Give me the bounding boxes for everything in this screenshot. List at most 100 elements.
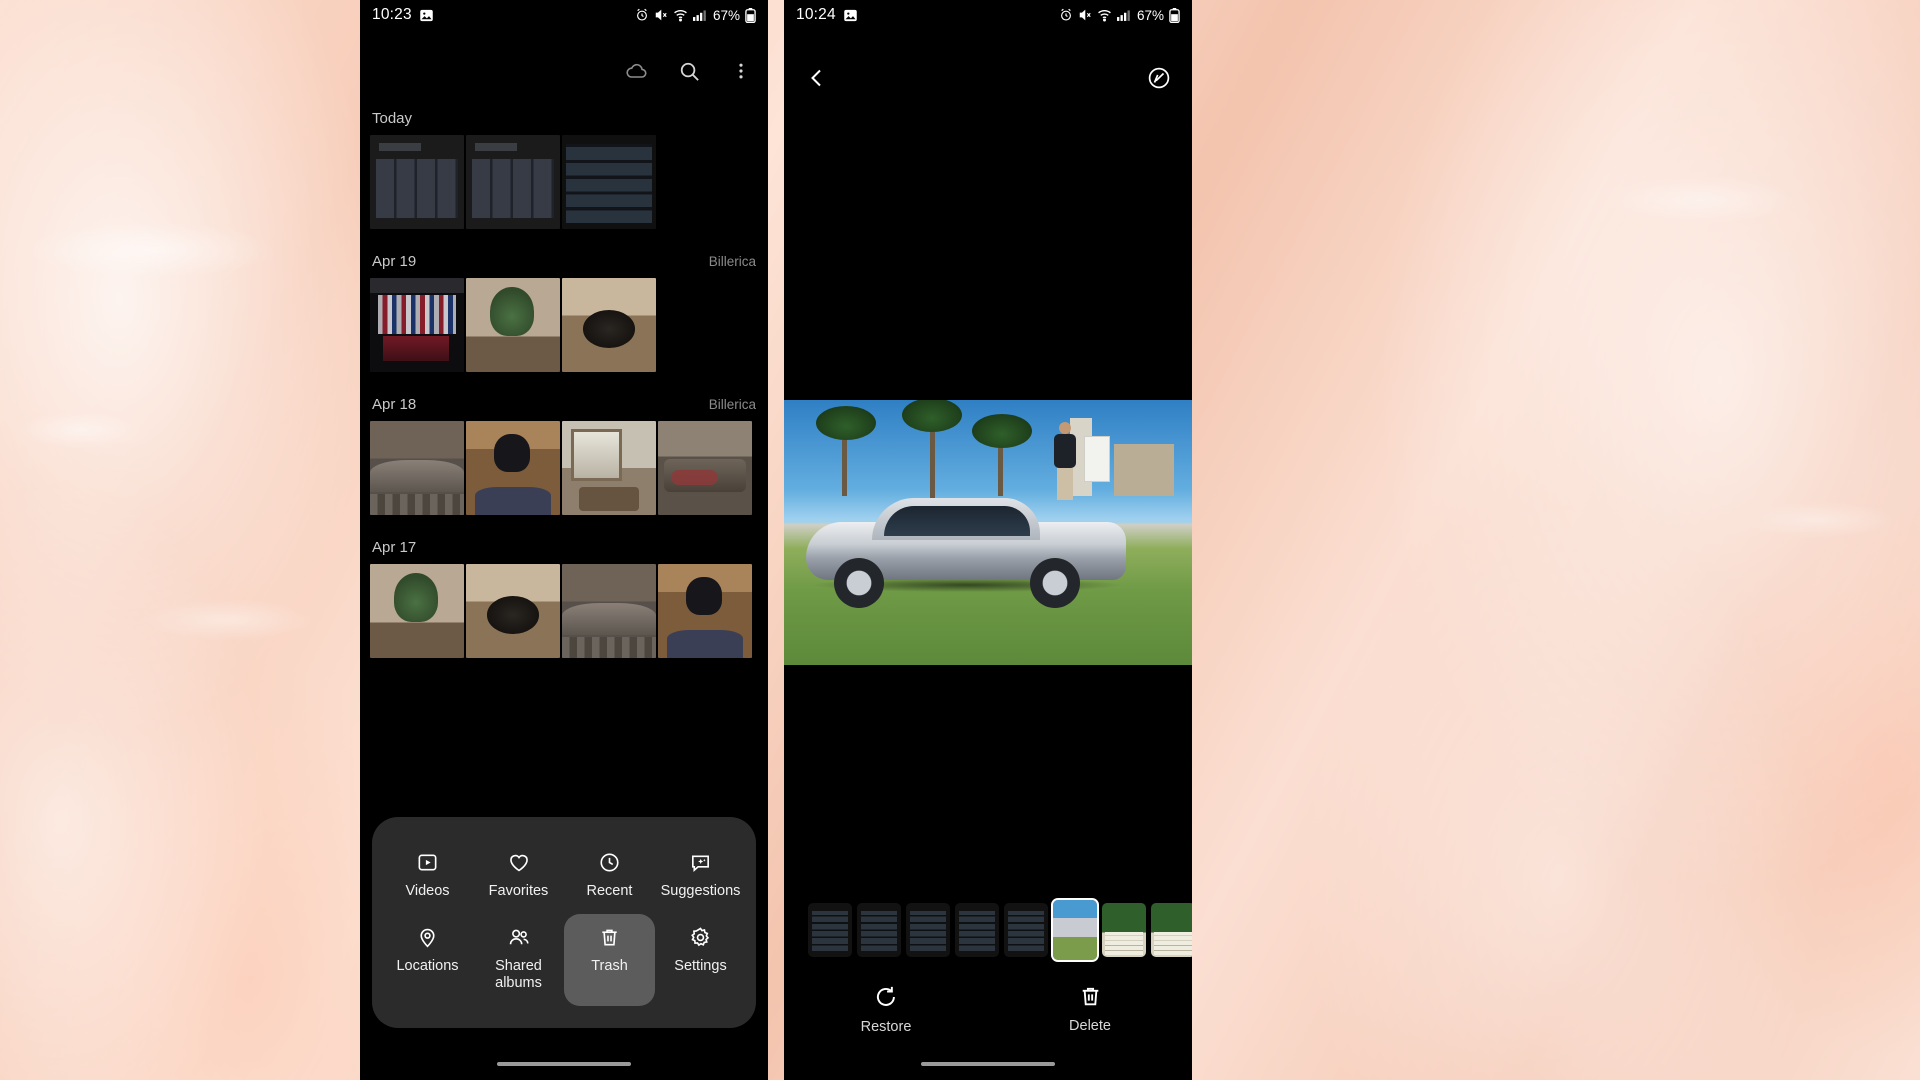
battery-percent: 67% bbox=[1136, 7, 1164, 23]
filmstrip-thumbnail[interactable] bbox=[906, 903, 950, 957]
menu-row-2: Locations Shared albums Trash Settings bbox=[382, 913, 746, 1006]
person-head bbox=[1059, 422, 1071, 434]
section-header: Today bbox=[360, 110, 768, 127]
photo-viewer-stage[interactable] bbox=[784, 400, 1192, 665]
alarm-icon bbox=[1059, 8, 1073, 22]
thumbnail-row bbox=[360, 135, 768, 229]
cloud-icon[interactable] bbox=[624, 58, 650, 84]
viewer-action-bar: Restore Delete bbox=[784, 970, 1192, 1048]
menu-item-recent[interactable]: Recent bbox=[564, 839, 655, 914]
photo-thumbnail[interactable] bbox=[562, 278, 656, 372]
filmstrip-thumbnail[interactable] bbox=[955, 903, 999, 957]
search-icon[interactable] bbox=[676, 58, 702, 84]
section-date: Apr 19 bbox=[372, 253, 417, 270]
status-right-group: 67% bbox=[1059, 7, 1180, 23]
status-left-group: 10:24 bbox=[796, 6, 858, 24]
menu-item-label: Trash bbox=[591, 957, 628, 974]
location-pin-icon bbox=[416, 926, 439, 949]
photo-thumbnail[interactable] bbox=[562, 135, 656, 229]
filmstrip-thumbnail[interactable] bbox=[808, 903, 852, 957]
gallery-top-bar bbox=[624, 58, 754, 84]
photo-thumbnail[interactable] bbox=[370, 421, 464, 515]
menu-item-settings[interactable]: Settings bbox=[655, 914, 746, 1006]
car-toyota-prius bbox=[806, 496, 1126, 608]
photo-filmstrip[interactable] bbox=[784, 898, 1192, 962]
back-icon[interactable] bbox=[802, 63, 832, 93]
section-location: Billerica bbox=[708, 397, 756, 412]
thumbnail-row bbox=[360, 564, 768, 658]
restore-button[interactable]: Restore bbox=[784, 984, 988, 1035]
gallery-section-apr17: Apr 17 bbox=[360, 539, 768, 658]
filmstrip-thumbnail-active[interactable] bbox=[1051, 898, 1099, 962]
person bbox=[1052, 422, 1078, 500]
filmstrip-thumbnail[interactable] bbox=[857, 903, 901, 957]
menu-item-suggestions[interactable]: Suggestions bbox=[655, 839, 746, 914]
photo-thumbnail[interactable] bbox=[466, 421, 560, 515]
gallery-section-apr19: Apr 19 Billerica bbox=[360, 253, 768, 372]
delete-label: Delete bbox=[1069, 1018, 1111, 1034]
menu-item-locations[interactable]: Locations bbox=[382, 914, 473, 1006]
filmstrip-thumbnail[interactable] bbox=[1102, 903, 1146, 957]
person-torso bbox=[1054, 434, 1076, 468]
photo-thumbnail[interactable] bbox=[562, 421, 656, 515]
menu-item-label: Videos bbox=[405, 882, 450, 899]
menu-item-videos[interactable]: Videos bbox=[382, 839, 473, 914]
delete-button[interactable]: Delete bbox=[988, 984, 1192, 1034]
viewer-top-bar bbox=[784, 58, 1192, 98]
people-icon bbox=[507, 926, 531, 949]
menu-item-label: Shared albums bbox=[495, 957, 542, 991]
nav-gesture-handle[interactable] bbox=[497, 1062, 631, 1066]
menu-item-trash[interactable]: Trash bbox=[564, 913, 655, 1006]
battery-percent: 67% bbox=[712, 7, 740, 23]
signal-icon bbox=[1116, 9, 1131, 22]
battery-icon bbox=[1169, 7, 1180, 23]
status-left-group: 10:23 bbox=[372, 6, 434, 24]
photo-thumbnail[interactable] bbox=[466, 278, 560, 372]
menu-item-label: Settings bbox=[674, 957, 727, 974]
menu-item-label: Favorites bbox=[488, 882, 549, 899]
left-phone-screen: 10:23 67% Today Apr 19 Billerica Apr 18 … bbox=[360, 0, 768, 1080]
section-date: Apr 17 bbox=[372, 539, 417, 556]
car-wheel bbox=[834, 558, 884, 608]
filmstrip-thumbnail[interactable] bbox=[1151, 903, 1192, 957]
section-date: Apr 18 bbox=[372, 396, 417, 413]
right-phone-screen: 10:24 67% Restore Delete bbox=[784, 0, 1192, 1080]
menu-item-favorites[interactable]: Favorites bbox=[473, 839, 564, 914]
photo-thumbnail[interactable] bbox=[658, 421, 752, 515]
palm-crown bbox=[972, 414, 1032, 448]
photo-thumbnail[interactable] bbox=[466, 135, 560, 229]
photo-thumbnail[interactable] bbox=[370, 278, 464, 372]
photo-prius bbox=[784, 400, 1192, 665]
status-clock: 10:24 bbox=[796, 6, 836, 23]
alarm-icon bbox=[635, 8, 649, 22]
section-header: Apr 19 Billerica bbox=[360, 253, 768, 270]
car-windows bbox=[884, 506, 1030, 536]
nav-gesture-handle[interactable] bbox=[921, 1062, 1055, 1066]
info-sign bbox=[1084, 436, 1110, 482]
photo-thumbnail[interactable] bbox=[562, 564, 656, 658]
menu-item-label: Recent bbox=[586, 882, 633, 899]
more-options-icon[interactable] bbox=[728, 58, 754, 84]
gallery-menu-sheet: Videos Favorites Recent Suggestions Loca… bbox=[372, 816, 756, 1028]
status-right-group: 67% bbox=[635, 7, 756, 23]
wifi-icon bbox=[1097, 8, 1112, 22]
photo-thumbnail[interactable] bbox=[658, 564, 752, 658]
left-status-bar: 10:23 67% bbox=[360, 0, 768, 30]
section-header: Apr 18 Billerica bbox=[360, 396, 768, 413]
photo-thumbnail[interactable] bbox=[466, 564, 560, 658]
filmstrip-thumbnail[interactable] bbox=[1004, 903, 1048, 957]
image-icon bbox=[419, 8, 434, 23]
image-info-icon[interactable] bbox=[1144, 63, 1174, 93]
mute-icon bbox=[654, 8, 668, 22]
trash-icon bbox=[1078, 984, 1103, 1009]
photo-thumbnail[interactable] bbox=[370, 135, 464, 229]
palm-crown bbox=[816, 406, 876, 440]
menu-item-shared-albums[interactable]: Shared albums bbox=[473, 914, 564, 1006]
photo-thumbnail[interactable] bbox=[370, 564, 464, 658]
car-wheel bbox=[1030, 558, 1080, 608]
gear-icon bbox=[689, 926, 712, 949]
trash-icon bbox=[598, 926, 621, 949]
gallery-section-apr18: Apr 18 Billerica bbox=[360, 396, 768, 515]
mute-icon bbox=[1078, 8, 1092, 22]
restore-icon bbox=[873, 984, 899, 1010]
